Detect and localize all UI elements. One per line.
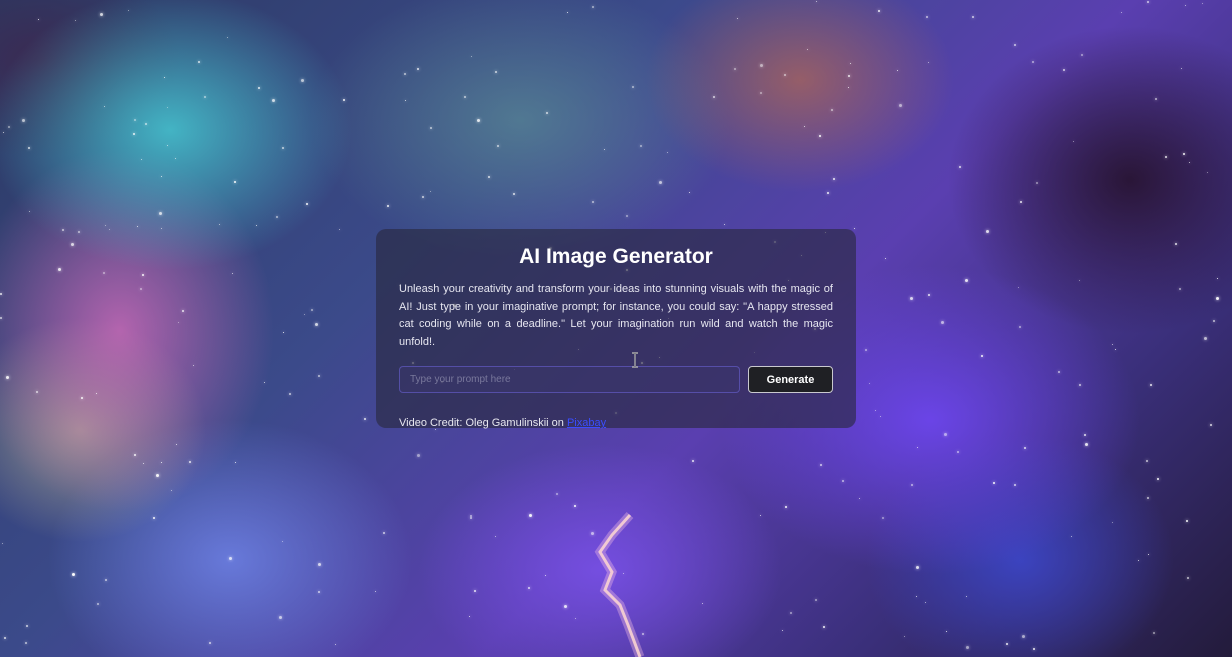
video-credit: Video Credit: Oleg Gamulinskii on Pixaba… xyxy=(399,417,833,429)
generate-button[interactable]: Generate xyxy=(748,366,833,393)
text-cursor-icon xyxy=(632,352,638,368)
credit-link[interactable]: Pixabay xyxy=(567,417,606,429)
prompt-input[interactable] xyxy=(399,366,740,393)
generator-card: AI Image Generator Unleash your creativi… xyxy=(376,229,856,429)
credit-text: Video Credit: Oleg Gamulinskii on xyxy=(399,417,567,429)
description-text: Unleash your creativity and transform yo… xyxy=(399,283,833,348)
prompt-row: Generate xyxy=(399,366,833,393)
page-title: AI Image Generator xyxy=(519,245,713,268)
